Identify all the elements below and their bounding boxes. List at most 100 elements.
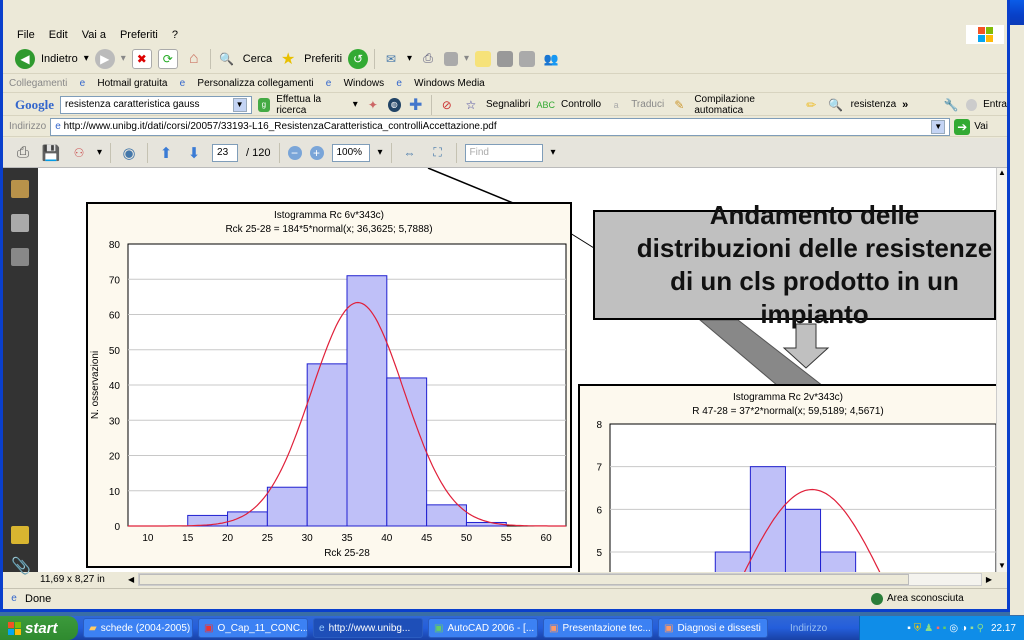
google-search-input[interactable]: resistenza caratteristica gauss ▼ — [60, 95, 252, 114]
search-icon[interactable]: 🔍 — [217, 49, 237, 69]
zoom-out-icon[interactable]: − — [287, 145, 302, 160]
google-search-button[interactable]: Effettua la ricerca — [276, 94, 346, 116]
menu-favorites[interactable]: Preferiti — [120, 29, 158, 41]
wrench-icon[interactable]: 🔧 — [942, 95, 960, 115]
save-icon[interactable]: 💾 — [41, 143, 61, 163]
highlighter-icon[interactable]: ✏ — [802, 95, 820, 115]
tray-app-icon[interactable]: ◑ — [961, 623, 967, 634]
shield-icon[interactable]: ⛨ — [914, 623, 922, 634]
page-number-input[interactable]: 23 — [212, 143, 239, 162]
binoculars-icon[interactable] — [11, 248, 29, 266]
task-autocad[interactable]: ▣ AutoCAD 2006 - [... — [428, 618, 538, 638]
horizontal-scrollbar[interactable] — [138, 573, 982, 586]
chevron-down-icon[interactable]: ▼ — [232, 97, 247, 112]
edit-dropdown-icon[interactable]: ▾ — [464, 53, 469, 64]
task-ie[interactable]: e http://www.unibg... — [313, 618, 423, 638]
pages-icon[interactable] — [11, 214, 29, 232]
back-dropdown-icon[interactable]: ▾ — [84, 53, 89, 64]
globe-icon[interactable]: ◍ — [387, 97, 401, 112]
network-icon[interactable]: ▪ — [907, 623, 911, 634]
address-input[interactable]: e http://www.unibg.it/dati/corsi/20057/3… — [50, 117, 951, 136]
stop-icon[interactable]: ✖ — [131, 48, 152, 69]
link-hotmail[interactable]: Hotmail gratuita — [97, 78, 167, 89]
refresh-icon[interactable]: ⟳ — [157, 48, 178, 69]
share-icon[interactable]: ⚇ — [69, 143, 89, 163]
spellcheck-button[interactable]: Controllo — [561, 99, 601, 110]
page-up-icon[interactable]: ⬆ — [156, 143, 176, 163]
go-arrow-icon[interactable]: ➔ — [954, 118, 971, 135]
link-customize[interactable]: Personalizza collegamenti — [197, 78, 313, 89]
fit-width-icon[interactable]: ⇔ — [400, 143, 420, 163]
background-window-scrollbar[interactable] — [1010, 25, 1024, 615]
tool-icon[interactable] — [519, 50, 536, 67]
translate-icon[interactable]: a — [607, 95, 625, 115]
research-icon[interactable] — [497, 50, 514, 67]
spellcheck-icon[interactable]: ABC — [536, 95, 555, 115]
task-diagnosi[interactable]: ▣ Diagnosi e dissesti — [658, 618, 768, 638]
collaborate-icon[interactable]: ◉ — [119, 143, 139, 163]
task-folder[interactable]: ▰ schede (2004-2005) — [83, 618, 193, 638]
zoom-level-input[interactable]: 100% — [331, 143, 370, 162]
history-icon[interactable]: ↺ — [348, 48, 369, 69]
search-term-resistenza[interactable]: resistenza — [851, 99, 897, 110]
popup-blocker-icon[interactable]: ⊘ — [438, 95, 456, 115]
favorites-star-icon[interactable]: ★ — [278, 49, 298, 69]
scroll-down-icon[interactable]: ▼ — [997, 561, 1007, 570]
tray-app-icon[interactable]: ▪ — [936, 623, 940, 634]
print-icon[interactable]: ⎙ — [418, 49, 438, 69]
quicktime-icon[interactable]: ◎ — [949, 623, 958, 634]
scroll-up-icon[interactable]: ▲ — [997, 168, 1007, 177]
address-toolbar-label[interactable]: Indirizzo — [790, 623, 827, 634]
scroll-thumb[interactable] — [139, 574, 910, 585]
comments-icon[interactable] — [11, 526, 29, 544]
back-icon[interactable]: ◀ — [15, 48, 35, 69]
autofill-icon[interactable]: ✎ — [670, 95, 688, 115]
fit-page-icon[interactable]: ⛶ — [428, 143, 448, 163]
search-term-icon[interactable]: 🔍 — [826, 95, 844, 115]
translate-button[interactable]: Traduci — [631, 99, 664, 110]
back-button[interactable]: Indietro — [41, 53, 78, 65]
mail-dropdown-icon[interactable]: ▾ — [407, 53, 412, 64]
document-vertical-scrollbar[interactable]: ▲ ▼ — [996, 168, 1007, 572]
forward-icon[interactable]: ▶ — [94, 48, 115, 69]
find-input[interactable]: Find — [464, 143, 543, 162]
plus-icon[interactable]: ✚ — [407, 95, 425, 115]
forward-dropdown-icon[interactable]: ▾ — [121, 53, 126, 64]
signin-button[interactable]: Entra — [983, 99, 1007, 110]
share-dropdown-icon[interactable]: ▾ — [97, 147, 102, 158]
find-dropdown-icon[interactable]: ▾ — [551, 147, 556, 158]
link-windows[interactable]: Windows — [344, 78, 385, 89]
print-icon[interactable]: ⎙ — [13, 143, 33, 163]
tray-app-icon[interactable]: ▪ — [970, 623, 974, 634]
favorites-button[interactable]: Preferiti — [304, 53, 342, 65]
tray-app-icon[interactable]: ▪ — [943, 623, 947, 634]
scroll-right-icon[interactable]: ▶ — [986, 575, 996, 584]
go-button[interactable]: Vai — [974, 121, 988, 132]
chevron-down-icon[interactable]: ▼ — [931, 119, 946, 134]
menu-go[interactable]: Vai a — [82, 29, 106, 41]
autofill-button[interactable]: Compilazione automatica — [694, 94, 796, 116]
start-button[interactable]: start — [0, 616, 78, 640]
mail-icon[interactable]: ✉ — [381, 49, 401, 69]
user-icon[interactable]: ♟ — [924, 623, 933, 634]
search-button[interactable]: Cerca — [243, 53, 272, 65]
menu-file[interactable]: File — [17, 29, 35, 41]
zoom-in-icon[interactable]: + — [309, 145, 324, 160]
volume-icon[interactable]: ⚲ — [977, 623, 984, 634]
scroll-left-icon[interactable]: ◀ — [128, 575, 134, 584]
news-icon[interactable]: ✦ — [364, 95, 382, 115]
task-pdf[interactable]: ▣ O_Cap_11_CONC... — [198, 618, 308, 638]
link-windows-media[interactable]: Windows Media — [414, 78, 485, 89]
note-icon[interactable] — [475, 50, 492, 67]
zoom-dropdown-icon[interactable]: ▾ — [378, 147, 383, 158]
bookmarks-button[interactable]: Segnalibri — [486, 99, 530, 110]
task-presentation[interactable]: ▣ Presentazione tec... — [543, 618, 653, 638]
edit-icon[interactable] — [444, 51, 459, 66]
home-icon[interactable]: ⌂ — [184, 49, 204, 69]
menu-edit[interactable]: Edit — [49, 29, 68, 41]
bookmark-star-icon[interactable]: ☆ — [462, 95, 480, 115]
menu-help[interactable]: ? — [172, 29, 178, 41]
more-chevron[interactable]: » — [902, 99, 908, 111]
paperclip-icon[interactable]: 📎 — [11, 556, 31, 575]
lock-icon[interactable] — [11, 180, 29, 198]
